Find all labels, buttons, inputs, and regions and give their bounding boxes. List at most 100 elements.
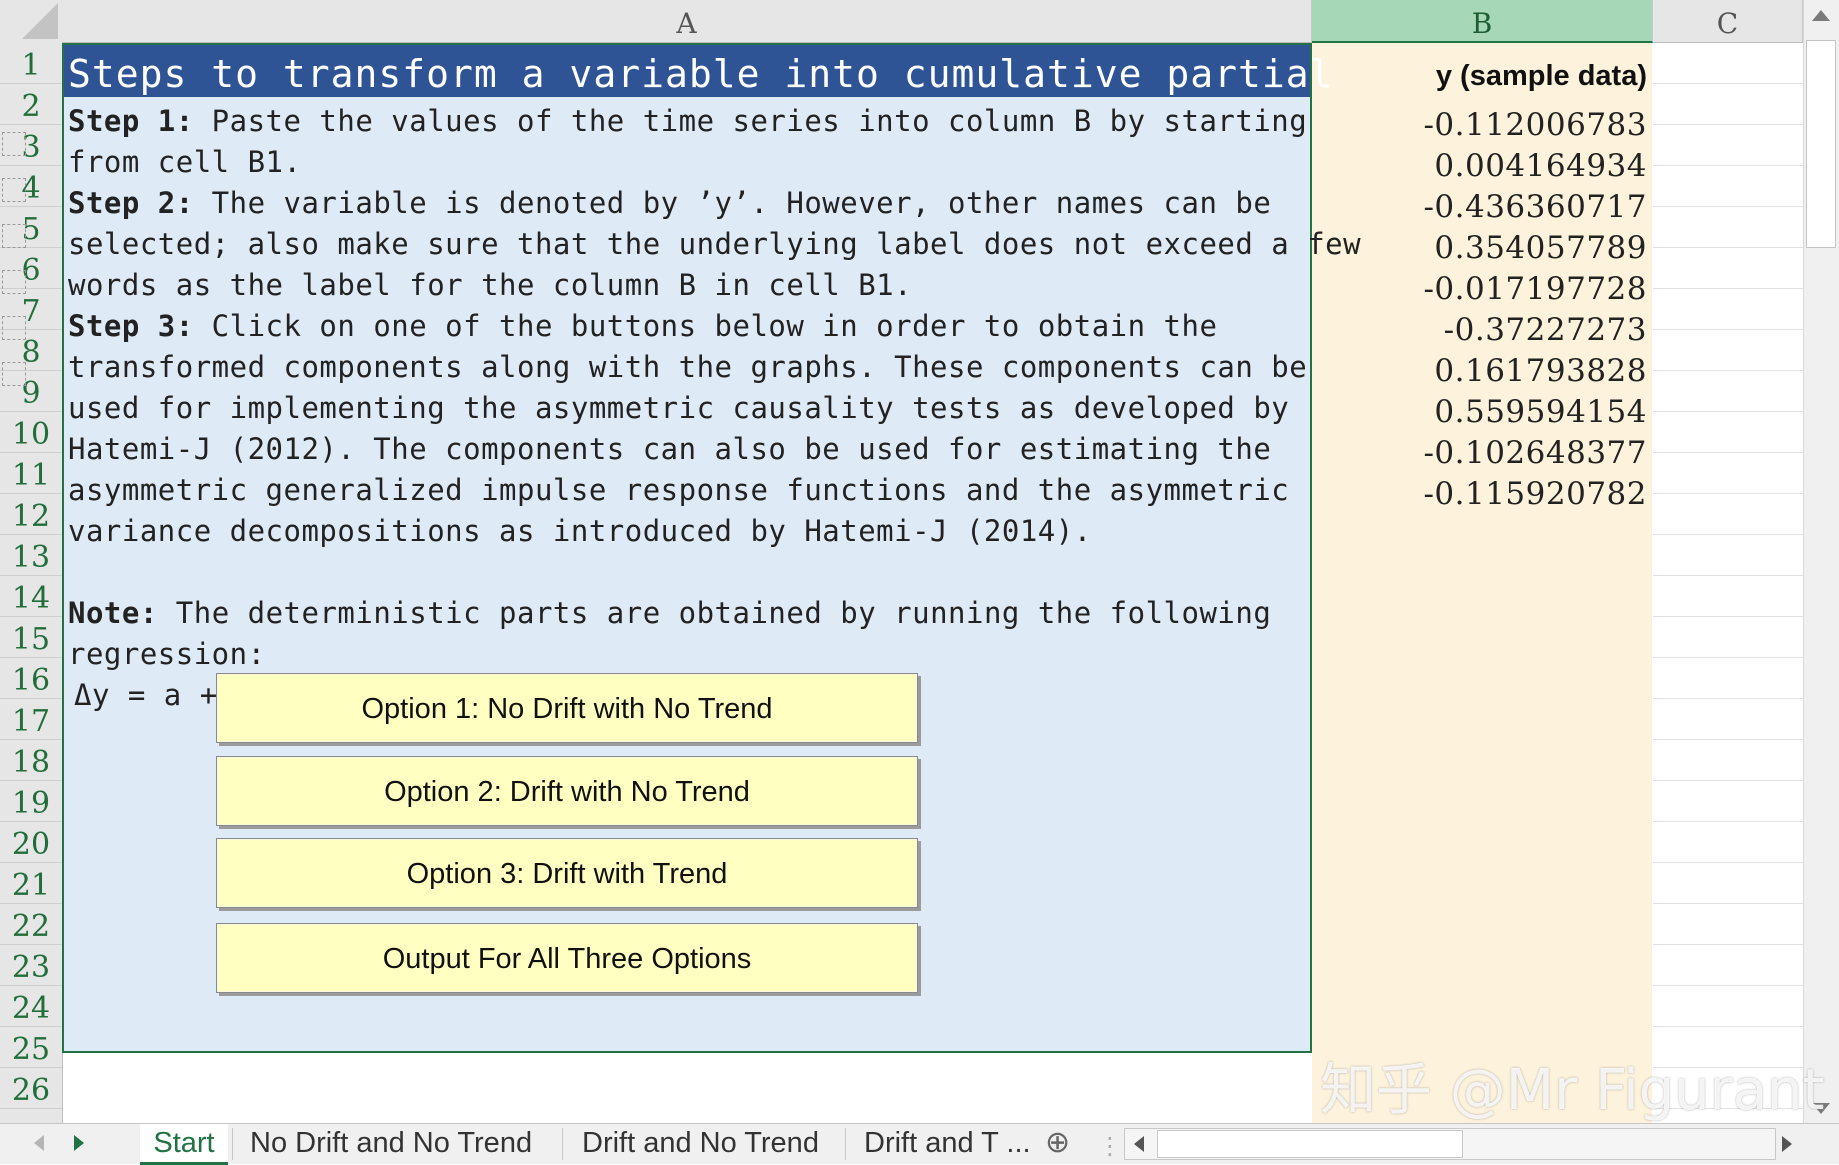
tab-divider (845, 1128, 846, 1160)
tab-scroll-right-icon[interactable] (74, 1135, 84, 1151)
settings-tool-icon[interactable] (2, 316, 26, 340)
row-header-17[interactable]: 17 (0, 699, 62, 740)
row-header-15[interactable]: 15 (0, 617, 62, 658)
tab-drift-no-trend[interactable]: Drift and No Trend (582, 1124, 819, 1162)
option3-drift-with-trend-button[interactable]: Option 3: Drift with Trend (216, 838, 918, 908)
step3-line5: asymmetric generalized impulse response … (68, 473, 1290, 507)
step1-label: Step 1: (68, 104, 194, 138)
regression-equation: Δy = a + (74, 678, 218, 712)
tab-start[interactable]: Start (140, 1124, 228, 1165)
row-header-13[interactable]: 13 (0, 535, 62, 576)
step3-line6: variance decompositions as introduced by… (68, 514, 1092, 548)
gridline (1653, 370, 1803, 371)
cell-b4[interactable]: -0.436360717 (1423, 189, 1647, 225)
gridline (1653, 944, 1803, 945)
gridline (1653, 452, 1803, 453)
cell-b5[interactable]: 0.354057789 (1434, 230, 1647, 266)
vertical-scroll-thumb[interactable] (1806, 40, 1836, 248)
column-b-header-label[interactable]: y (sample data) (1436, 60, 1647, 93)
row-header-19[interactable]: 19 (0, 781, 62, 822)
gridline (1653, 657, 1803, 658)
step2-line3: words as the label for the column B in c… (68, 268, 913, 302)
row-header-11[interactable]: 11 (0, 453, 62, 494)
row-header-14[interactable]: 14 (0, 576, 62, 617)
cross-tool-icon[interactable] (2, 178, 26, 202)
step1-line1: Step 1: Paste the values of the time ser… (68, 104, 1307, 138)
step3-line2: transformed components along with the gr… (68, 350, 1308, 384)
tab-splitter-icon[interactable]: ⋮ (1098, 1132, 1122, 1160)
gridline (1653, 288, 1803, 289)
step1-text: Paste the values of the time series into… (193, 104, 1308, 138)
step3-label: Step 3: (68, 309, 194, 343)
cell-b9[interactable]: 0.559594154 (1434, 394, 1647, 430)
watermark-text: 知乎 @Mr Figurant (1320, 1058, 1825, 1123)
column-header-a[interactable]: A (62, 0, 1312, 43)
gridline (1653, 247, 1803, 248)
gridline (1653, 575, 1803, 576)
column-c-cells[interactable] (1653, 43, 1803, 1123)
gridline (1653, 329, 1803, 330)
row-header-22[interactable]: 22 (0, 904, 62, 945)
add-sheet-icon[interactable]: ⊕ (1045, 1124, 1070, 1162)
row-header-16[interactable]: 16 (0, 658, 62, 699)
gridline (1653, 411, 1803, 412)
cell-b11[interactable]: -0.115920782 (1423, 476, 1647, 512)
tab-no-drift-no-trend[interactable]: No Drift and No Trend (250, 1124, 532, 1162)
gridline (1653, 780, 1803, 781)
output-all-three-options-button[interactable]: Output For All Three Options (216, 923, 918, 993)
gridline (1653, 165, 1803, 166)
note-label: Note: (68, 596, 158, 630)
row-header-20[interactable]: 20 (0, 822, 62, 863)
row-header-23[interactable]: 23 (0, 945, 62, 986)
row-header-25[interactable]: 25 (0, 1027, 62, 1068)
cell-b2[interactable]: -0.112006783 (1423, 107, 1647, 143)
cell-b10[interactable]: -0.102648377 (1423, 435, 1647, 471)
hscroll-right-arrow-icon[interactable] (1782, 1136, 1792, 1152)
row-header-18[interactable]: 18 (0, 740, 62, 781)
gridline (1653, 83, 1803, 84)
row-header-10[interactable]: 10 (0, 412, 62, 453)
tab-scroll-left-icon[interactable] (34, 1135, 44, 1151)
gridline (1653, 903, 1803, 904)
step3-text: Click on one of the buttons below in ord… (193, 309, 1218, 343)
row-header-12[interactable]: 12 (0, 494, 62, 535)
scroll-up-arrow-icon[interactable] (1812, 10, 1830, 21)
gridline (1653, 206, 1803, 207)
page-title: Steps to transform a variable into cumul… (68, 52, 1334, 96)
box-tool-icon[interactable] (2, 362, 26, 386)
grid-tool-icon[interactable] (2, 132, 26, 156)
step1-line2: from cell B1. (68, 145, 302, 179)
frame-tool-icon[interactable] (2, 270, 26, 294)
tab-drift-and-trend[interactable]: Drift and T ... (864, 1124, 1031, 1162)
gridline (1653, 493, 1803, 494)
step2-label: Step 2: (68, 186, 194, 220)
cell-b3[interactable]: 0.004164934 (1434, 148, 1647, 184)
gear-tool-icon[interactable] (2, 224, 26, 248)
tab-divider (562, 1128, 563, 1160)
cell-b7[interactable]: -0.37227273 (1444, 312, 1647, 348)
row-header-21[interactable]: 21 (0, 863, 62, 904)
step3-line1: Step 3: Click on one of the buttons belo… (68, 309, 1217, 343)
option2-drift-no-trend-button[interactable]: Option 2: Drift with No Trend (216, 756, 918, 826)
cell-b8[interactable]: 0.161793828 (1434, 353, 1647, 389)
gridline (1653, 616, 1803, 617)
gridline (1653, 534, 1803, 535)
note-line1: Note: The deterministic parts are obtain… (68, 596, 1271, 630)
row-header-1[interactable]: 1 (0, 43, 62, 84)
select-all-corner[interactable] (0, 0, 63, 44)
column-header-c[interactable]: C (1653, 0, 1803, 43)
column-header-b[interactable]: B (1312, 0, 1653, 43)
option1-no-drift-no-trend-button[interactable]: Option 1: No Drift with No Trend (216, 673, 918, 743)
step2-line2: selected; also make sure that the underl… (68, 227, 1362, 261)
cell-b6[interactable]: -0.017197728 (1423, 271, 1647, 307)
step2-line1: Step 2: The variable is denoted by ’y’. … (68, 186, 1271, 220)
hscroll-left-arrow-icon[interactable] (1134, 1136, 1144, 1152)
step2-text: The variable is denoted by ’y’. However,… (193, 186, 1272, 220)
step3-line3: used for implementing the asymmetric cau… (68, 391, 1290, 425)
row-header-24[interactable]: 24 (0, 986, 62, 1027)
horizontal-scroll-thumb[interactable] (1157, 1130, 1463, 1158)
row-header-26[interactable]: 26 (0, 1068, 62, 1109)
gridline (1653, 1026, 1803, 1027)
step3-line4: Hatemi-J (2012). The components can also… (68, 432, 1272, 466)
note-text: The deterministic parts are obtained by … (157, 596, 1272, 630)
